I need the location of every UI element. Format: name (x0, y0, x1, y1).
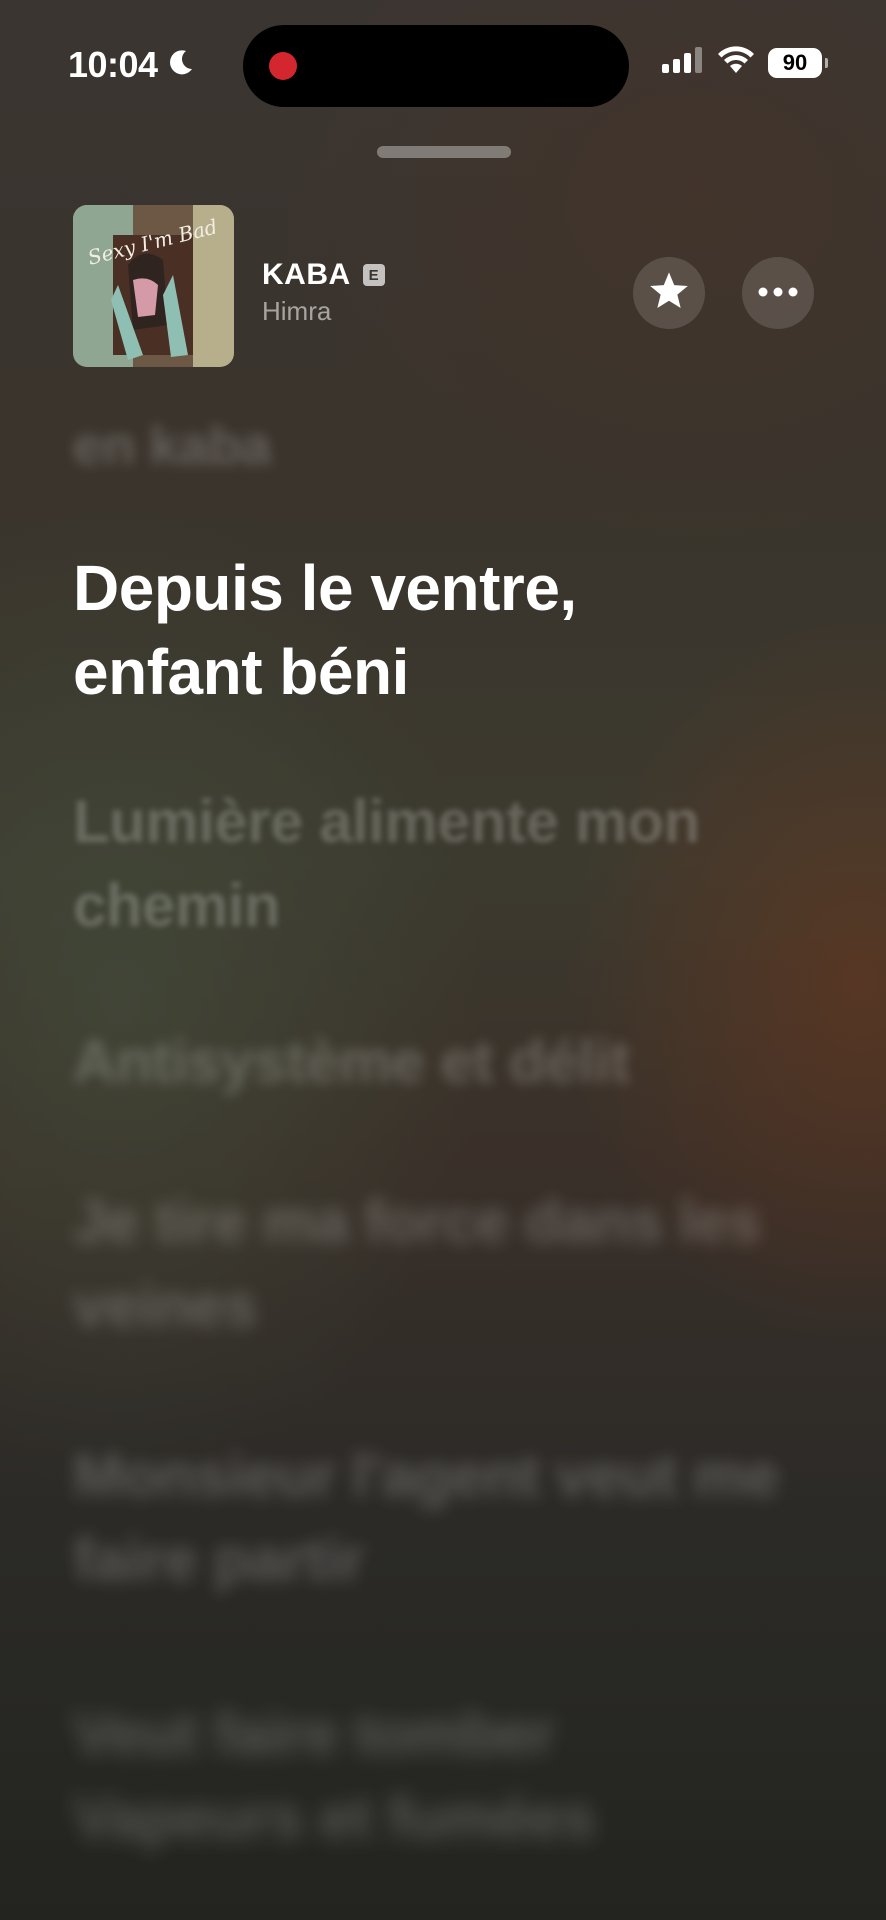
track-artist[interactable]: Himra (262, 296, 331, 327)
time-label: 10:04 (68, 44, 158, 85)
moon-icon (168, 44, 194, 86)
lyric-line-upcoming-2[interactable]: Antisystème et délit (73, 1020, 793, 1104)
cellular-signal-icon (662, 47, 704, 78)
star-icon (648, 271, 690, 316)
track-title: KABA (262, 258, 351, 291)
wifi-icon (718, 46, 754, 79)
battery-indicator: 90 (768, 47, 828, 78)
lyric-line-upcoming-3[interactable]: Je tire ma force dans les veines (73, 1180, 793, 1348)
status-time: 10:04 (68, 44, 194, 86)
lyric-line-upcoming-5[interactable]: Veut faire tomber Vapeurs et fumées (73, 1692, 793, 1860)
recording-indicator (269, 52, 297, 80)
status-indicators: 90 (662, 46, 828, 79)
lyric-line-previous[interactable]: en kaba (73, 404, 793, 488)
battery-level: 90 (782, 49, 808, 75)
track-title-row[interactable]: KABA E (262, 258, 385, 292)
lyric-line-upcoming-1[interactable]: Lumière alimente mon chemin (73, 780, 793, 948)
lyric-line-upcoming-4[interactable]: Monsieur l'agent veut me faire partir (73, 1434, 793, 1602)
dynamic-island (243, 25, 629, 107)
explicit-badge: E (362, 264, 385, 286)
favorite-button[interactable] (633, 257, 705, 329)
lyric-line-current[interactable]: Depuis le ventre, enfant béni (73, 546, 793, 714)
ellipsis-icon (758, 284, 798, 302)
sheet-grabber[interactable] (377, 146, 511, 158)
album-artwork[interactable]: Sexy I'm Bad (73, 205, 234, 367)
more-options-button[interactable] (742, 257, 814, 329)
